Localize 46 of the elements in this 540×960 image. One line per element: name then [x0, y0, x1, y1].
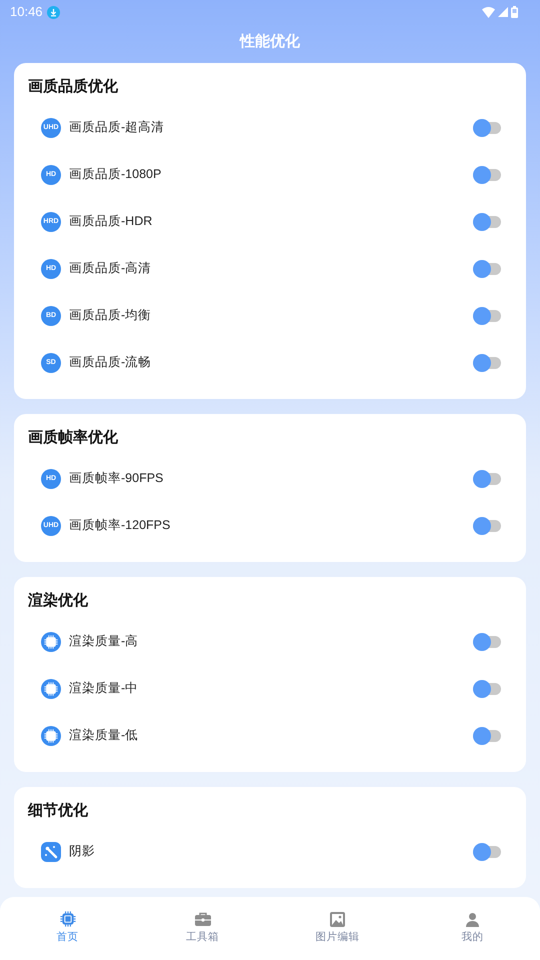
magic-wand-icon	[41, 842, 61, 862]
person-icon	[465, 912, 480, 926]
setting-label: 渲染质量-高	[69, 633, 140, 650]
toggle-switch[interactable]	[473, 842, 503, 860]
wifi-icon	[482, 6, 495, 18]
setting-label: 阴影	[69, 843, 96, 860]
section-title: 画质帧率优化	[28, 428, 118, 448]
page-title: 性能优化	[240, 32, 300, 52]
nav-tab[interactable]: 图片编辑	[270, 911, 405, 960]
toggle-switch[interactable]	[473, 354, 503, 372]
setting-label: 渲染质量-低	[69, 727, 140, 744]
setting-label: 渲染质量-中	[69, 680, 140, 698]
toggle-switch[interactable]	[473, 306, 503, 324]
toggle-switch[interactable]	[473, 680, 503, 698]
status-time: 10:46	[10, 3, 43, 22]
toggle-switch[interactable]	[473, 470, 503, 488]
signal-icon	[498, 7, 508, 17]
chip-icon	[44, 634, 58, 648]
setting-label: 画质品质-超高清	[69, 119, 166, 136]
section-title: 细节优化	[28, 800, 88, 821]
setting-label: 画质品质-流畅	[69, 354, 152, 372]
chip-icon	[44, 682, 58, 696]
nav-tab[interactable]: 工具箱	[135, 911, 270, 960]
section-title: 画质品质优化	[28, 76, 118, 97]
chip-icon	[60, 911, 76, 927]
download-icon	[46, 6, 60, 18]
toggle-switch[interactable]	[473, 516, 503, 534]
setting-label: 画质品质-均衡	[69, 307, 152, 324]
image-icon	[330, 912, 345, 926]
nav-tab[interactable]: 我的	[405, 911, 540, 960]
battery-icon	[511, 6, 518, 18]
nav-tab[interactable]: 首页	[0, 911, 135, 960]
toggle-switch[interactable]	[473, 212, 503, 230]
section-title: 渲染优化	[28, 590, 88, 611]
toggle-switch[interactable]	[473, 726, 503, 744]
setting-label: 画质品质-1080P	[69, 166, 162, 184]
setting-label: 画质品质-HDR	[69, 213, 154, 230]
toolbox-icon	[194, 912, 210, 926]
setting-label: 画质帧率-90FPS	[69, 470, 164, 488]
setting-label: 画质品质-高清	[69, 260, 152, 278]
toggle-switch[interactable]	[473, 260, 503, 278]
chip-icon	[44, 728, 58, 742]
setting-label: 画质帧率-120FPS	[69, 517, 172, 534]
toggle-switch[interactable]	[473, 632, 503, 650]
toggle-switch[interactable]	[473, 166, 503, 184]
toggle-switch[interactable]	[473, 118, 503, 136]
